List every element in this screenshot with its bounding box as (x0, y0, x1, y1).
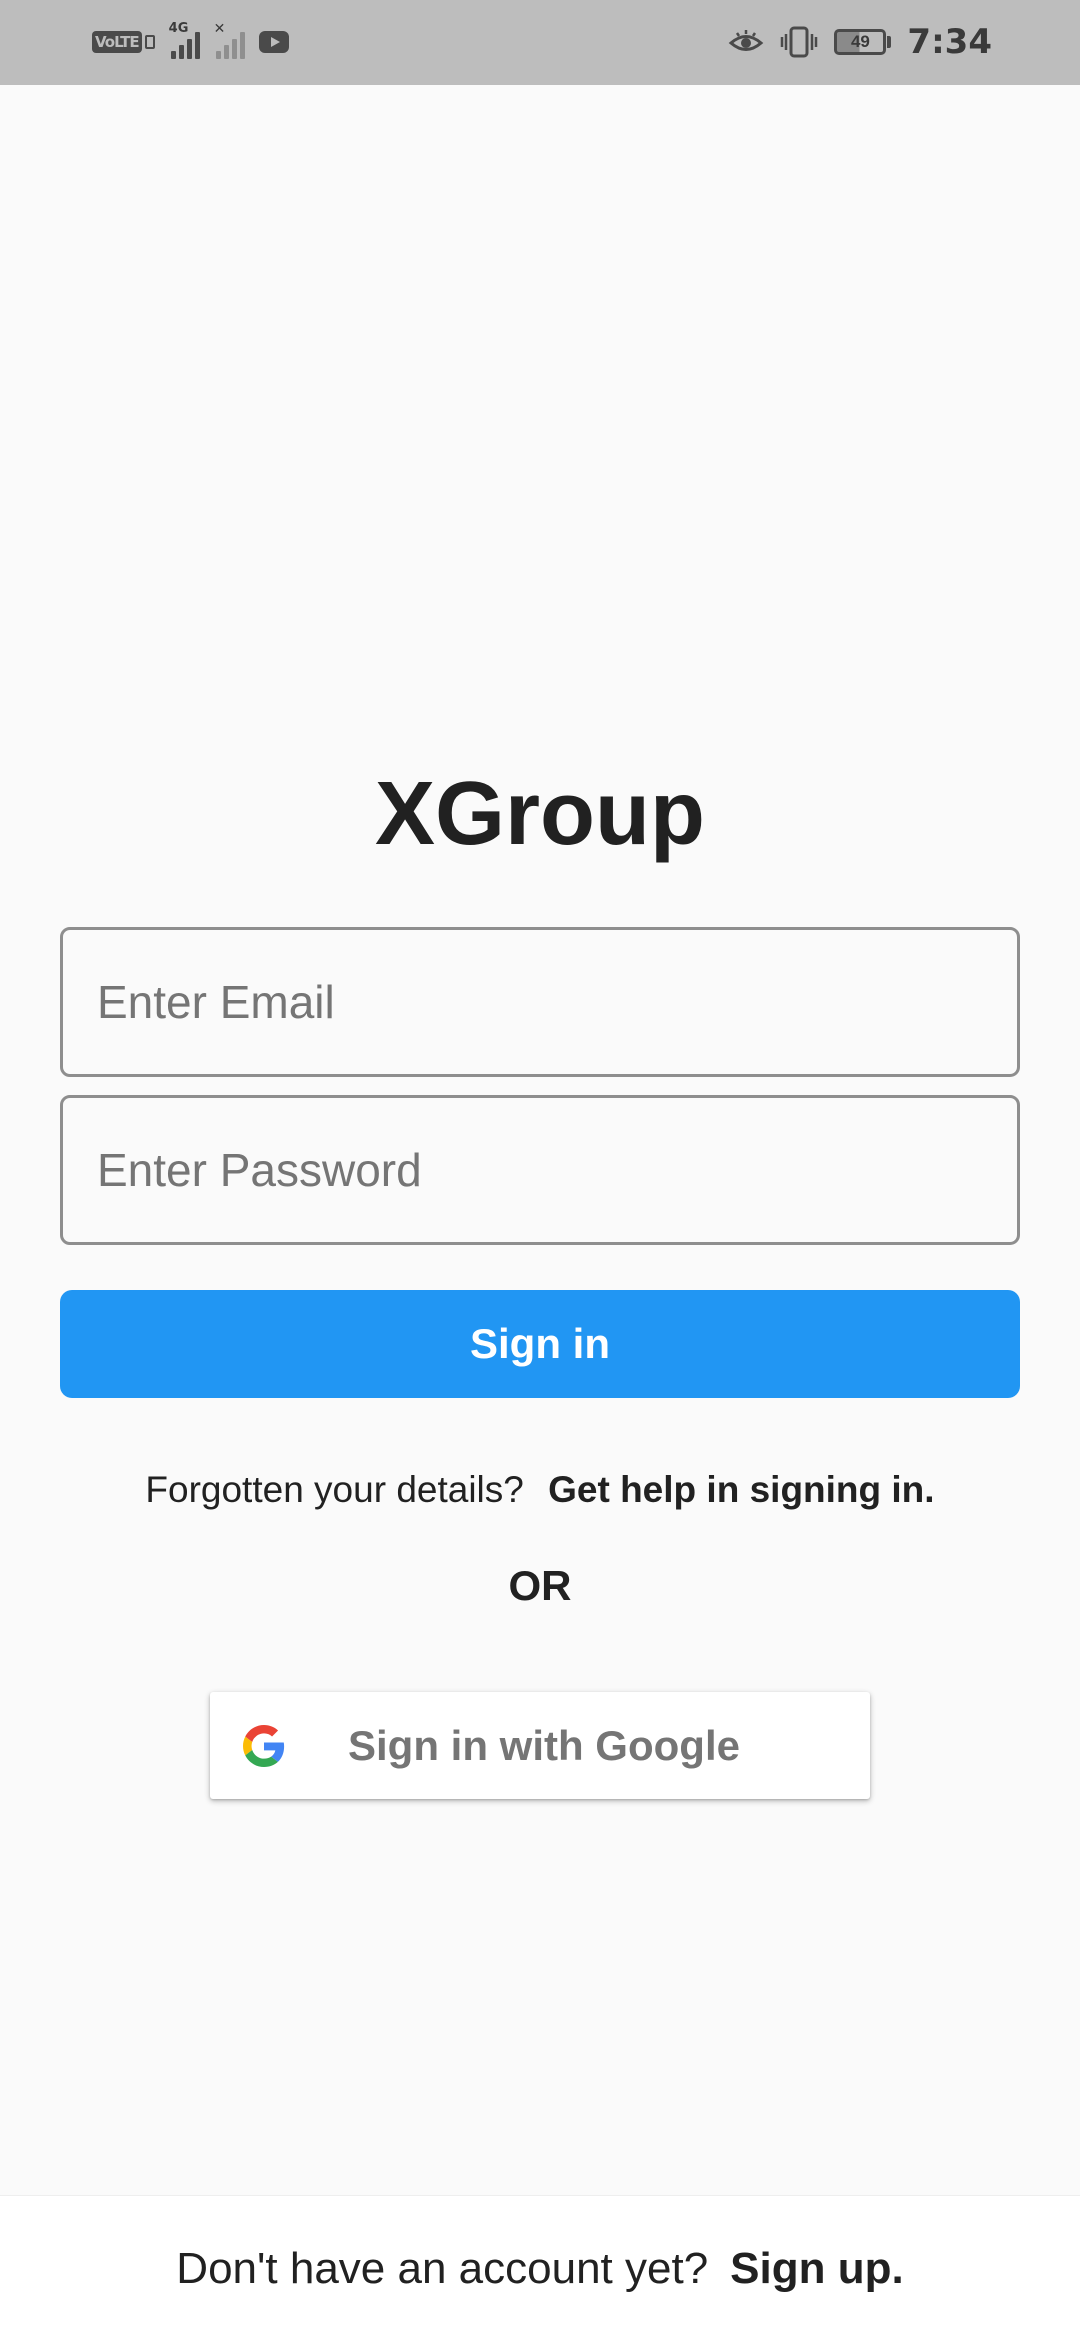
network-type-label: 4G (168, 21, 189, 36)
signup-prompt: Don't have an account yet? (176, 2243, 709, 2293)
volte-slot-icon (144, 35, 155, 49)
google-signin-button[interactable]: Sign in with Google (210, 1692, 870, 1799)
signup-row: Don't have an account yet? Sign up. (0, 2196, 1080, 2341)
no-signal-mark: ✕ (213, 21, 226, 37)
password-field[interactable] (60, 1095, 1020, 1245)
status-clock: 7:34 (907, 22, 992, 62)
bottom-bar: Don't have an account yet? Sign up. (0, 2195, 1080, 2341)
battery-level: 49 (834, 29, 887, 55)
youtube-icon (258, 31, 289, 53)
status-bar-right: 49 7:34 (728, 20, 992, 64)
volte-badge: VoLTE (92, 31, 142, 53)
forgot-details-prompt: Forgotten your details? (145, 1469, 524, 1510)
battery-tip (887, 36, 892, 48)
signal-bar (186, 39, 192, 59)
signal-4g-icon: 4G (169, 21, 200, 59)
signup-link[interactable]: Sign up. (730, 2244, 904, 2294)
signal-bar (194, 32, 200, 59)
google-icon (243, 1725, 285, 1767)
signal-bar (239, 32, 245, 59)
signal-bar (223, 45, 229, 59)
status-bar: VoLTE 4G ✕ 49 7:34 (0, 0, 1080, 85)
get-help-link[interactable]: Get help in signing in. (548, 1469, 934, 1510)
signin-button[interactable]: Sign in (60, 1290, 1020, 1398)
volte-icon: VoLTE (92, 31, 155, 53)
status-bar-left: VoLTE 4G ✕ (92, 21, 289, 62)
vibrate-icon (781, 26, 818, 58)
signin-button-label: Sign in (470, 1320, 610, 1367)
signal-bar (231, 39, 237, 59)
eye-comfort-icon (729, 30, 764, 51)
google-signin-label: Sign in with Google (348, 1722, 740, 1769)
app-title: XGroup (375, 764, 705, 864)
or-divider: OR (508, 1562, 572, 1609)
email-field[interactable] (60, 927, 1020, 1077)
signal-bar (170, 51, 176, 59)
signal-no-sim-icon: ✕ (214, 21, 245, 59)
forgot-details-row: Forgotten your details? Get help in sign… (0, 1465, 1080, 1515)
battery-icon: 49 (834, 29, 892, 55)
signal-bar (178, 45, 184, 59)
signal-bar (215, 51, 221, 59)
